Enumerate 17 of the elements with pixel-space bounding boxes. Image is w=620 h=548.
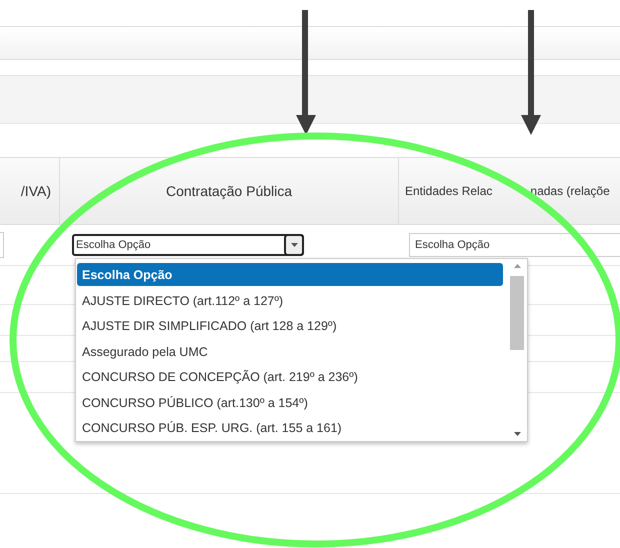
dropdown-option[interactable]: Escolha Opção: [77, 263, 503, 286]
column-header: /IVA): [0, 158, 60, 224]
caret-icon: [290, 243, 298, 247]
select-field[interactable]: Escolha Opção: [72, 234, 304, 256]
select-field[interactable]: Escolha Opção: [409, 233, 620, 257]
column-header: nadas (relaçõe: [530, 184, 610, 198]
dropdown-option[interactable]: AJUSTE DIR SIMPLIFICADO (art 128 a 129º): [77, 314, 503, 339]
column-header: Entidades Relac: [405, 184, 492, 198]
dropdown-option[interactable]: CONCURSO PÚB. ESP. URG. (art. 155 a 161): [77, 416, 503, 441]
dropdown-option[interactable]: CONCURSO DE CONCEPÇÃO (art. 219º a 236º): [77, 364, 503, 390]
dropdown-option[interactable]: Assegurado pela UMC: [77, 339, 503, 364]
scroll-down-icon[interactable]: [514, 432, 520, 436]
input-field[interactable]: [0, 232, 4, 258]
dropdown-option[interactable]: CONCURSO PÚBLICO (art.130º a 154º): [77, 390, 503, 416]
column-header: Contratação Pública: [60, 158, 399, 224]
scroll-up-icon[interactable]: [514, 264, 520, 268]
dropdown-option[interactable]: AJUSTE DIRECTO (art.112º a 127º): [77, 288, 503, 314]
